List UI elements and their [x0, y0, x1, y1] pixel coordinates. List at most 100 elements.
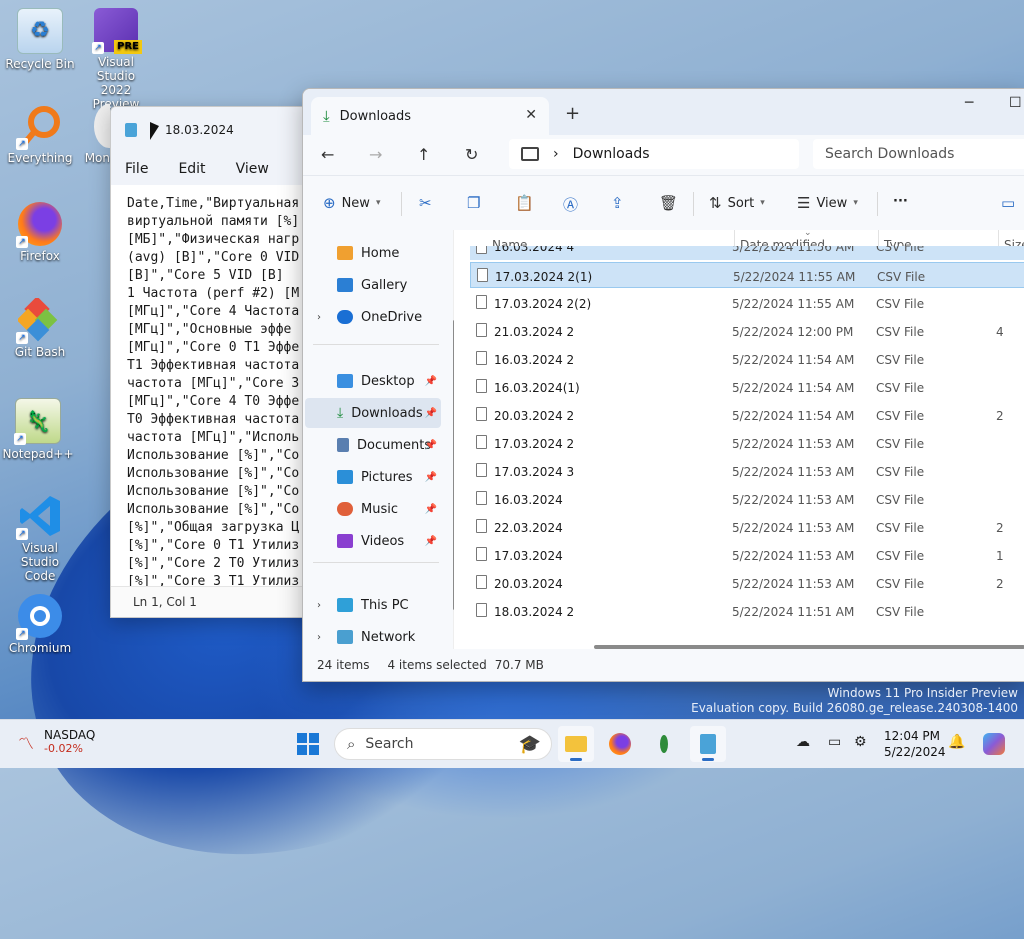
taskbar: 〽 NASDAQ -0.02% ⌕ Search 🎓 ☁ ▭ ⚙ 12:04 P… — [0, 719, 1024, 768]
paste-button[interactable]: 📋 — [515, 194, 534, 212]
address-bar[interactable]: › Downloads — [509, 139, 799, 169]
chevron-right-icon[interactable]: › — [317, 312, 321, 323]
delete-button[interactable]: 🗑 — [659, 194, 678, 212]
pin-icon[interactable]: 📌 — [425, 376, 437, 387]
start-button[interactable] — [290, 726, 326, 762]
csv-file-icon — [476, 519, 487, 533]
desktop-icon-label: Chromium — [8, 641, 72, 655]
pin-icon[interactable]: 📌 — [425, 408, 437, 419]
forward-arrow-icon[interactable]: → — [369, 145, 382, 164]
chevron-right-icon[interactable]: › — [317, 632, 321, 643]
sidebar-item-this-pc[interactable]: › This PC — [305, 590, 441, 620]
recycle-bin-icon: ♻ — [17, 8, 63, 54]
file-row[interactable]: 16.03.2024 2 5/22/2024 11:54 AM CSV File — [470, 346, 1024, 372]
file-type: CSV File — [876, 381, 925, 395]
taskbar-notepad[interactable] — [690, 726, 726, 762]
sidebar-item-network[interactable]: › Network — [305, 622, 441, 652]
accessibility-icon[interactable]: ⚙ — [854, 734, 867, 750]
sidebar-item-home[interactable]: Home — [305, 238, 441, 268]
file-explorer-window[interactable]: ⤓ Downloads ✕ + ─ ☐ ← → ↑ ↻ › Downloads … — [302, 88, 1024, 682]
desktop-icon-vscode[interactable]: ↗ Visual Studio Code — [4, 494, 76, 583]
rename-button[interactable]: Ⓐ — [563, 194, 578, 215]
csv-file-icon — [476, 463, 487, 477]
csv-file-icon — [476, 575, 487, 589]
file-date-modified: 5/22/2024 11:55 AM — [732, 297, 855, 311]
copy-button[interactable]: ❐ — [467, 194, 480, 212]
minimize-button[interactable]: ─ — [965, 95, 973, 111]
pin-icon[interactable]: 📌 — [425, 440, 437, 451]
refresh-icon[interactable]: ↻ — [465, 145, 478, 164]
desktop-icon-label: Mon — [84, 151, 110, 165]
taskbar-firefox[interactable] — [602, 726, 638, 762]
file-row[interactable]: 17.03.2024 2(1) 5/22/2024 11:55 AM CSV Fil… — [470, 262, 1024, 288]
file-row[interactable]: 16.03.2024 4 5/22/2024 11:56 AM CSV File — [470, 246, 1024, 260]
file-row[interactable]: 16.03.2024(1) 5/22/2024 11:54 AM CSV File — [470, 374, 1024, 400]
chevron-right-icon[interactable]: › — [317, 600, 321, 611]
file-row[interactable]: 17.03.2024 2(2) 5/22/2024 11:55 AM CSV Fil… — [470, 290, 1024, 316]
desktop-icon-firefox[interactable]: ↗ Firefox — [4, 202, 76, 263]
sidebar-item-pictures[interactable]: Pictures 📌 — [305, 462, 441, 492]
file-row[interactable]: 21.03.2024 2 5/22/2024 12:00 PM CSV File 4 — [470, 318, 1024, 344]
desktop-icon-git-bash[interactable]: ↗ Git Bash — [4, 296, 76, 359]
sidebar-item-music[interactable]: Music 📌 — [305, 494, 441, 524]
system-clock[interactable]: 12:04 PM 5/22/2024 — [884, 728, 946, 760]
taskbar-search[interactable]: ⌕ Search 🎓 — [334, 728, 552, 760]
notepad-tab-title[interactable]: 18.03.2024 — [165, 123, 234, 137]
file-row[interactable]: 17.03.2024 3 5/22/2024 11:53 AM CSV File — [470, 458, 1024, 484]
sidebar-item-onedrive[interactable]: › OneDrive — [305, 302, 441, 332]
up-arrow-icon[interactable]: ↑ — [417, 145, 430, 164]
cloud-offline-icon[interactable]: ☁ — [796, 734, 810, 750]
close-tab-icon[interactable]: ✕ — [525, 107, 537, 123]
stock-widget[interactable]: 〽 NASDAQ -0.02% — [18, 728, 95, 755]
copilot-button[interactable] — [976, 726, 1012, 762]
pin-icon[interactable]: 📌 — [425, 536, 437, 547]
search-input[interactable]: Search Downloads — [813, 139, 1024, 169]
sidebar-item-downloads[interactable]: ⤓ Downloads 📌 — [305, 398, 441, 428]
file-row[interactable]: 18.03.2024 2 5/22/2024 11:51 AM CSV File — [470, 598, 1024, 624]
pin-icon[interactable]: 📌 — [425, 504, 437, 515]
desktop-icon-mon[interactable]: Mon — [78, 104, 110, 165]
details-pane-button[interactable]: ▭ — [1001, 194, 1015, 212]
leaf-icon — [660, 735, 668, 753]
share-button[interactable]: ⇪ — [611, 194, 624, 212]
notification-bell-icon[interactable]: 🔔 — [948, 734, 965, 750]
new-tab-button[interactable]: + — [565, 103, 580, 124]
file-row[interactable]: 22.03.2024 5/22/2024 11:53 AM CSV File 2 — [470, 514, 1024, 540]
view-button[interactable]: ☰ View ▾ — [797, 194, 858, 212]
display-icon[interactable]: ▭ — [828, 734, 841, 750]
maximize-button[interactable]: ☐ — [1009, 95, 1022, 111]
sidebar-item-gallery[interactable]: Gallery — [305, 270, 441, 300]
desktop-icon-visual-studio-preview[interactable]: PRE ↗ Visual Studio 2022 Preview — [80, 8, 152, 111]
sidebar-item-documents[interactable]: Documents 📌 — [305, 430, 441, 460]
desktop-icon-notepad-plus-plus[interactable]: 🦎 ↗ Notepad++ — [2, 398, 74, 461]
more-options-button[interactable]: ··· — [893, 194, 908, 209]
file-row[interactable]: 20.03.2024 2 5/22/2024 11:54 AM CSV File 2 — [470, 402, 1024, 428]
taskbar-file-explorer[interactable] — [558, 726, 594, 762]
menu-view[interactable]: View — [236, 161, 269, 177]
address-current: Downloads — [572, 146, 650, 162]
file-row[interactable]: 20.03.2024 5/22/2024 11:53 AM CSV File 2 — [470, 570, 1024, 596]
menu-edit[interactable]: Edit — [178, 161, 205, 177]
desktop-icon-chromium[interactable]: ↗ Chromium — [4, 594, 76, 655]
back-arrow-icon[interactable]: ← — [321, 145, 334, 164]
menu-file[interactable]: File — [125, 161, 148, 177]
file-row[interactable]: 17.03.2024 5/22/2024 11:53 AM CSV File 1 — [470, 542, 1024, 568]
desktop-icon-recycle-bin[interactable]: ♻ Recycle Bin — [4, 8, 76, 71]
file-name: 16.03.2024 4 — [494, 246, 575, 254]
sidebar-item-videos[interactable]: Videos 📌 — [305, 526, 441, 556]
file-name: 17.03.2024 2(1) — [495, 270, 593, 284]
file-row[interactable]: 16.03.2024 5/22/2024 11:53 AM CSV File — [470, 486, 1024, 512]
new-button[interactable]: ⊕ New ▾ — [323, 194, 380, 212]
cut-button[interactable]: ✂ — [419, 194, 432, 212]
file-type: CSV File — [876, 437, 925, 451]
sidebar-item-desktop[interactable]: Desktop 📌 — [305, 366, 441, 396]
file-date-modified: 5/22/2024 11:53 AM — [732, 549, 855, 563]
pin-icon[interactable]: 📌 — [425, 472, 437, 483]
taskbar-mongodb[interactable] — [646, 726, 682, 762]
desktop-icon-label: Recycle Bin — [5, 57, 75, 71]
desktop-icon-everything[interactable]: ↗ Everything — [4, 104, 76, 165]
file-row[interactable]: 17.03.2024 2 5/22/2024 11:53 AM CSV File — [470, 430, 1024, 456]
sort-button[interactable]: ⇅ Sort ▾ — [709, 194, 765, 212]
file-date-modified: 5/22/2024 11:53 AM — [732, 493, 855, 507]
tab-downloads[interactable]: ⤓ Downloads ✕ — [311, 97, 549, 135]
